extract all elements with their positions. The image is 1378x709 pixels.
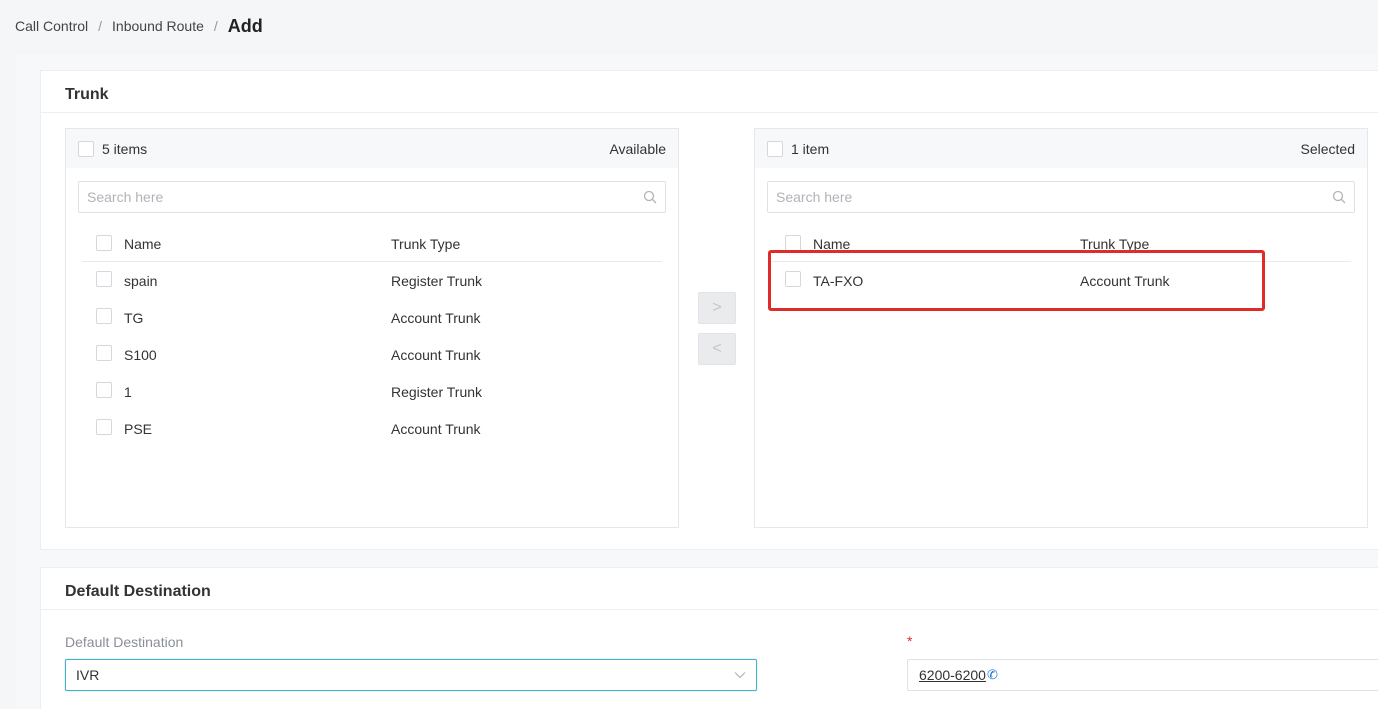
table-row[interactable]: S100 Account Trunk	[82, 336, 662, 373]
row-checkbox[interactable]	[96, 271, 112, 287]
selected-table: Name Trunk Type TA-FXO Account Trunk	[771, 227, 1351, 299]
required-marker: *	[907, 633, 913, 649]
column-name: Name	[813, 236, 851, 252]
trunk-panel-title: Trunk	[41, 71, 1378, 113]
move-left-button[interactable]: <	[698, 333, 736, 365]
column-name: Name	[124, 236, 162, 252]
available-table: Name Trunk Type spain Register Trunk TG …	[82, 227, 662, 447]
trunk-name: TG	[124, 309, 144, 326]
extension-value: 6200-6200	[919, 667, 986, 683]
row-checkbox[interactable]	[96, 308, 112, 324]
trunk-name: 1	[124, 383, 132, 400]
selected-list-header: 1 item Selected	[755, 129, 1367, 168]
trunk-name: TA-FXO	[813, 272, 864, 289]
breadcrumb: Call Control / Inbound Route / Add	[15, 0, 263, 52]
chevron-down-icon	[734, 672, 746, 679]
trunk-type: Account Trunk	[391, 420, 481, 437]
available-search-box	[78, 181, 666, 213]
table-row[interactable]: TG Account Trunk	[82, 299, 662, 336]
table-row[interactable]: TA-FXO Account Trunk	[771, 262, 1351, 299]
table-row[interactable]: PSE Account Trunk	[82, 410, 662, 447]
table-row[interactable]: spain Register Trunk	[82, 262, 662, 299]
trunk-type: Account Trunk	[391, 309, 481, 326]
selected-table-header: Name Trunk Type	[771, 227, 1351, 262]
column-trunk-type: Trunk Type	[1080, 236, 1150, 252]
trunk-type: Account Trunk	[1080, 272, 1170, 289]
trunk-name: S100	[124, 346, 157, 363]
breadcrumb-separator: /	[213, 18, 218, 34]
default-destination-select[interactable]: IVR	[65, 659, 757, 691]
available-list-header: 5 items Available	[66, 129, 678, 168]
destination-extension-field[interactable]: 6200-6200 ✆	[907, 659, 1378, 691]
selected-search-box	[767, 181, 1355, 213]
selected-search-input[interactable]	[776, 189, 1332, 205]
available-count: 5 items	[102, 140, 148, 157]
row-checkbox[interactable]	[96, 345, 112, 361]
row-checkbox[interactable]	[96, 382, 112, 398]
breadcrumb-call-control[interactable]: Call Control	[15, 18, 88, 34]
breadcrumb-inbound-route[interactable]: Inbound Route	[112, 18, 204, 34]
selected-trunk-list: 1 item Selected Name Trunk Type TA-FXO A…	[754, 128, 1368, 528]
available-trunk-list: 5 items Available Name Trunk Type spain …	[65, 128, 679, 528]
row-checkbox[interactable]	[785, 271, 801, 287]
search-icon[interactable]	[643, 190, 657, 204]
available-search-input[interactable]	[87, 189, 643, 205]
trunk-name: PSE	[124, 420, 153, 437]
move-right-button[interactable]: >	[698, 292, 736, 324]
column-trunk-type: Trunk Type	[391, 236, 461, 252]
default-destination-label: Default Destination	[65, 634, 184, 650]
trunk-type: Account Trunk	[391, 346, 481, 363]
page-title: Add	[227, 15, 263, 36]
row-checkbox[interactable]	[96, 419, 112, 435]
trunk-name: spain	[124, 272, 158, 289]
selected-title: Selected	[1300, 140, 1355, 157]
available-header-checkbox[interactable]	[96, 234, 112, 251]
breadcrumb-separator: /	[98, 18, 103, 34]
search-icon[interactable]	[1332, 190, 1346, 204]
available-title: Available	[609, 140, 666, 157]
select-all-available-checkbox[interactable]	[78, 140, 94, 157]
available-table-header: Name Trunk Type	[82, 227, 662, 262]
trunk-type: Register Trunk	[391, 383, 483, 400]
trunk-panel: Trunk 5 items Available Name Trunk Type …	[40, 70, 1378, 550]
phone-icon: ✆	[986, 667, 998, 682]
trunk-type: Register Trunk	[391, 272, 483, 289]
selected-count: 1 item	[791, 140, 830, 157]
select-value: IVR	[76, 667, 100, 683]
select-all-selected-checkbox[interactable]	[767, 140, 783, 157]
default-destination-title: Default Destination	[41, 568, 1378, 610]
table-row[interactable]: 1 Register Trunk	[82, 373, 662, 410]
selected-header-checkbox[interactable]	[785, 234, 801, 251]
